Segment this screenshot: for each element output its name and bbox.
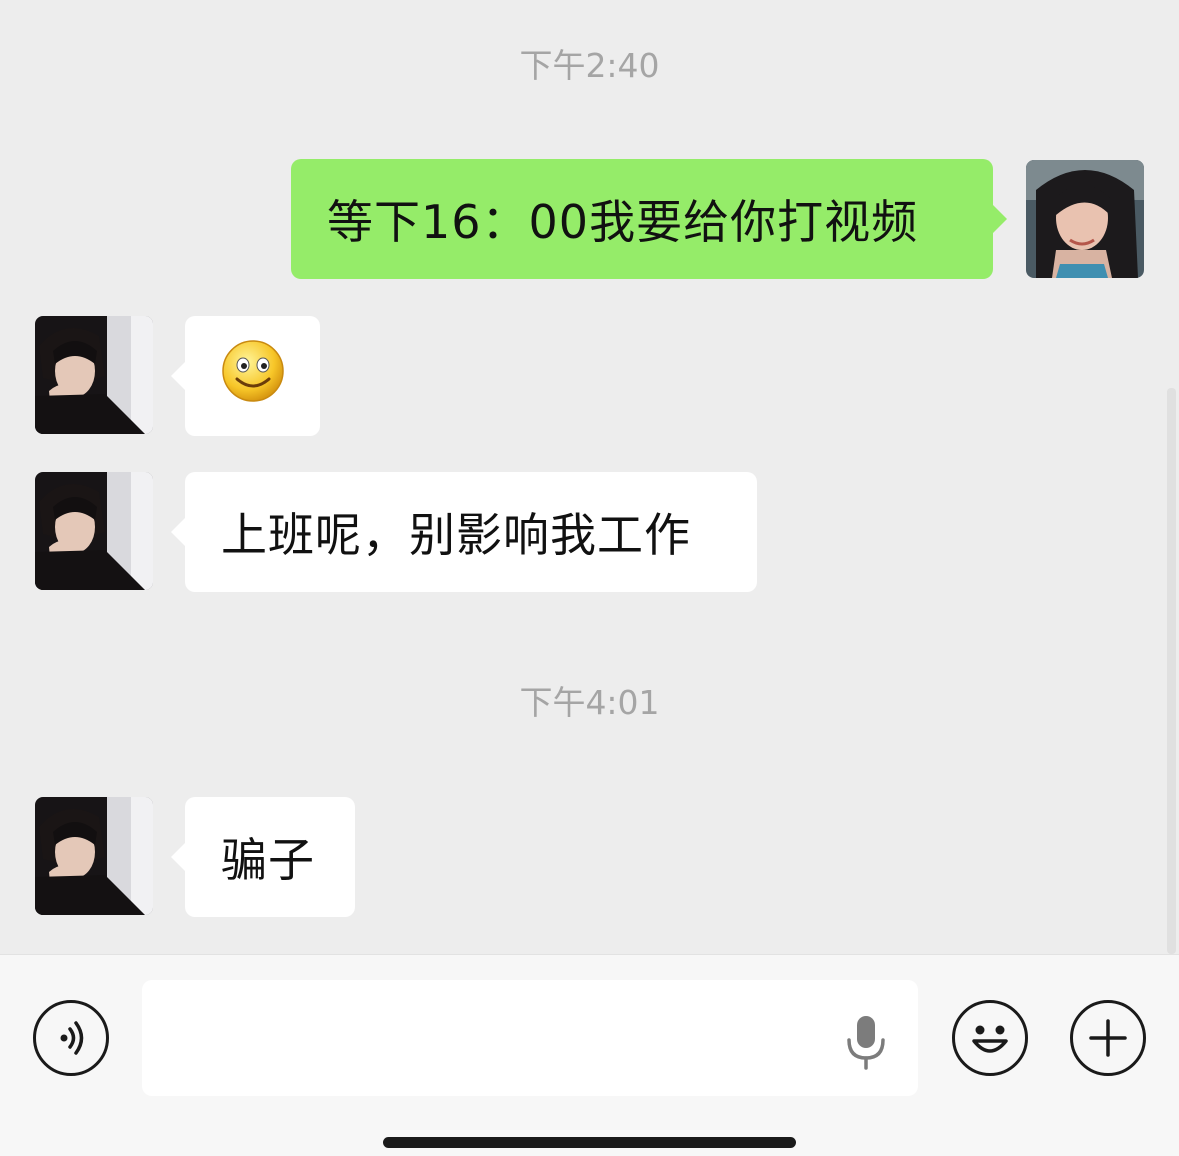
- timestamp: 下午2:40: [519, 46, 660, 85]
- message-bubble-self[interactable]: 等下16：00我要给你打视频: [291, 159, 1007, 279]
- scrollbar[interactable]: [1167, 388, 1176, 954]
- home-indicator[interactable]: [383, 1137, 796, 1148]
- avatar-contact[interactable]: [35, 472, 153, 590]
- message-text: 骗子: [221, 833, 315, 887]
- message-input[interactable]: [142, 980, 918, 1096]
- voice-toggle-button[interactable]: [33, 1000, 109, 1076]
- more-options-button[interactable]: [1070, 1000, 1146, 1076]
- message-text: 上班呢，别影响我工作: [221, 508, 691, 562]
- emoji-button[interactable]: [952, 1000, 1028, 1076]
- message-text: 等下16：00我要给你打视频: [327, 195, 919, 249]
- emoji-icon: [972, 1025, 1008, 1053]
- message-bubble-contact[interactable]: 骗子: [171, 797, 355, 917]
- voice-toggle-icon: [60, 1021, 84, 1055]
- timestamp: 下午4:01: [519, 683, 660, 722]
- plus-icon: [1089, 1019, 1127, 1057]
- message-bubble-contact[interactable]: 上班呢，别影响我工作: [171, 472, 757, 592]
- message-bubble-contact[interactable]: [171, 316, 320, 436]
- input-bar: [0, 954, 1179, 1156]
- avatar-contact[interactable]: [35, 797, 153, 915]
- smile-emoji-icon: [221, 339, 285, 414]
- avatar-contact[interactable]: [35, 316, 153, 434]
- microphone-icon[interactable]: [844, 1014, 888, 1070]
- avatar-self[interactable]: [1026, 160, 1144, 278]
